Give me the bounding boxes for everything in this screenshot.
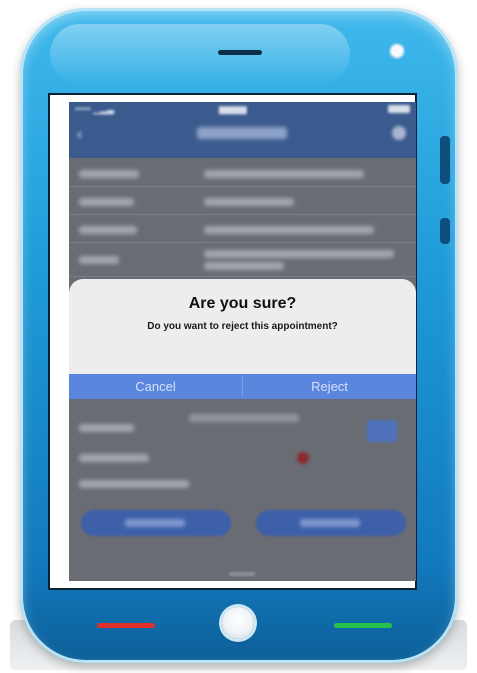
status-bar: ••••• ▁▂▃ ▆▆▆▆ xyxy=(69,102,416,116)
accept-action-button[interactable] xyxy=(256,510,406,536)
home-button-icon[interactable] xyxy=(222,607,254,639)
side-button-lower xyxy=(440,218,450,244)
row-label xyxy=(79,198,134,206)
call-icon xyxy=(334,623,392,628)
status-dot xyxy=(297,452,309,464)
chevron-left-icon[interactable]: ‹ xyxy=(77,126,82,144)
detail-row xyxy=(69,186,416,215)
row-label xyxy=(79,256,119,264)
cancel-button[interactable]: Cancel xyxy=(69,374,242,399)
detail-row xyxy=(69,242,416,277)
status-carrier: ••••• ▁▂▃ xyxy=(75,104,115,114)
row-value xyxy=(204,226,374,234)
hang-up-icon xyxy=(97,623,155,628)
decline-action-button[interactable] xyxy=(81,510,231,536)
header-action-icon[interactable] xyxy=(392,126,406,140)
home-indicator xyxy=(229,572,255,576)
dialog-title: Are you sure? xyxy=(188,295,297,312)
camera-icon xyxy=(391,45,403,57)
detail-row xyxy=(69,214,416,243)
row-label xyxy=(79,454,149,462)
row-label xyxy=(79,170,139,178)
button-label xyxy=(300,519,360,527)
dialog-actions: Cancel Reject xyxy=(69,374,416,399)
row-value xyxy=(204,198,294,206)
battery-icon xyxy=(388,105,410,113)
app-header: ••••• ▁▂▃ ▆▆▆▆ ‹ xyxy=(69,102,416,158)
button-label xyxy=(125,519,185,527)
row-label xyxy=(79,424,134,432)
checkbox[interactable] xyxy=(367,420,397,442)
phone-shine xyxy=(50,24,350,84)
row-value xyxy=(204,250,394,258)
status-time: ▆▆▆▆ xyxy=(219,104,247,114)
row-value xyxy=(204,170,364,178)
section-heading xyxy=(189,414,299,422)
row-label xyxy=(79,480,189,488)
page-title xyxy=(197,127,287,139)
side-button-upper xyxy=(440,136,450,184)
detail-row xyxy=(69,158,416,187)
row-value xyxy=(204,262,284,270)
app-screen: ••••• ▁▂▃ ▆▆▆▆ ‹ Are you sure? Do you wa… xyxy=(69,102,416,581)
dialog-message: Do you want to reject this appointment? xyxy=(147,321,338,332)
mockup-stage: ••••• ▁▂▃ ▆▆▆▆ ‹ Are you sure? Do you wa… xyxy=(0,0,477,673)
speaker-icon xyxy=(218,50,262,55)
row-label xyxy=(79,226,137,234)
reject-button[interactable]: Reject xyxy=(243,374,416,399)
